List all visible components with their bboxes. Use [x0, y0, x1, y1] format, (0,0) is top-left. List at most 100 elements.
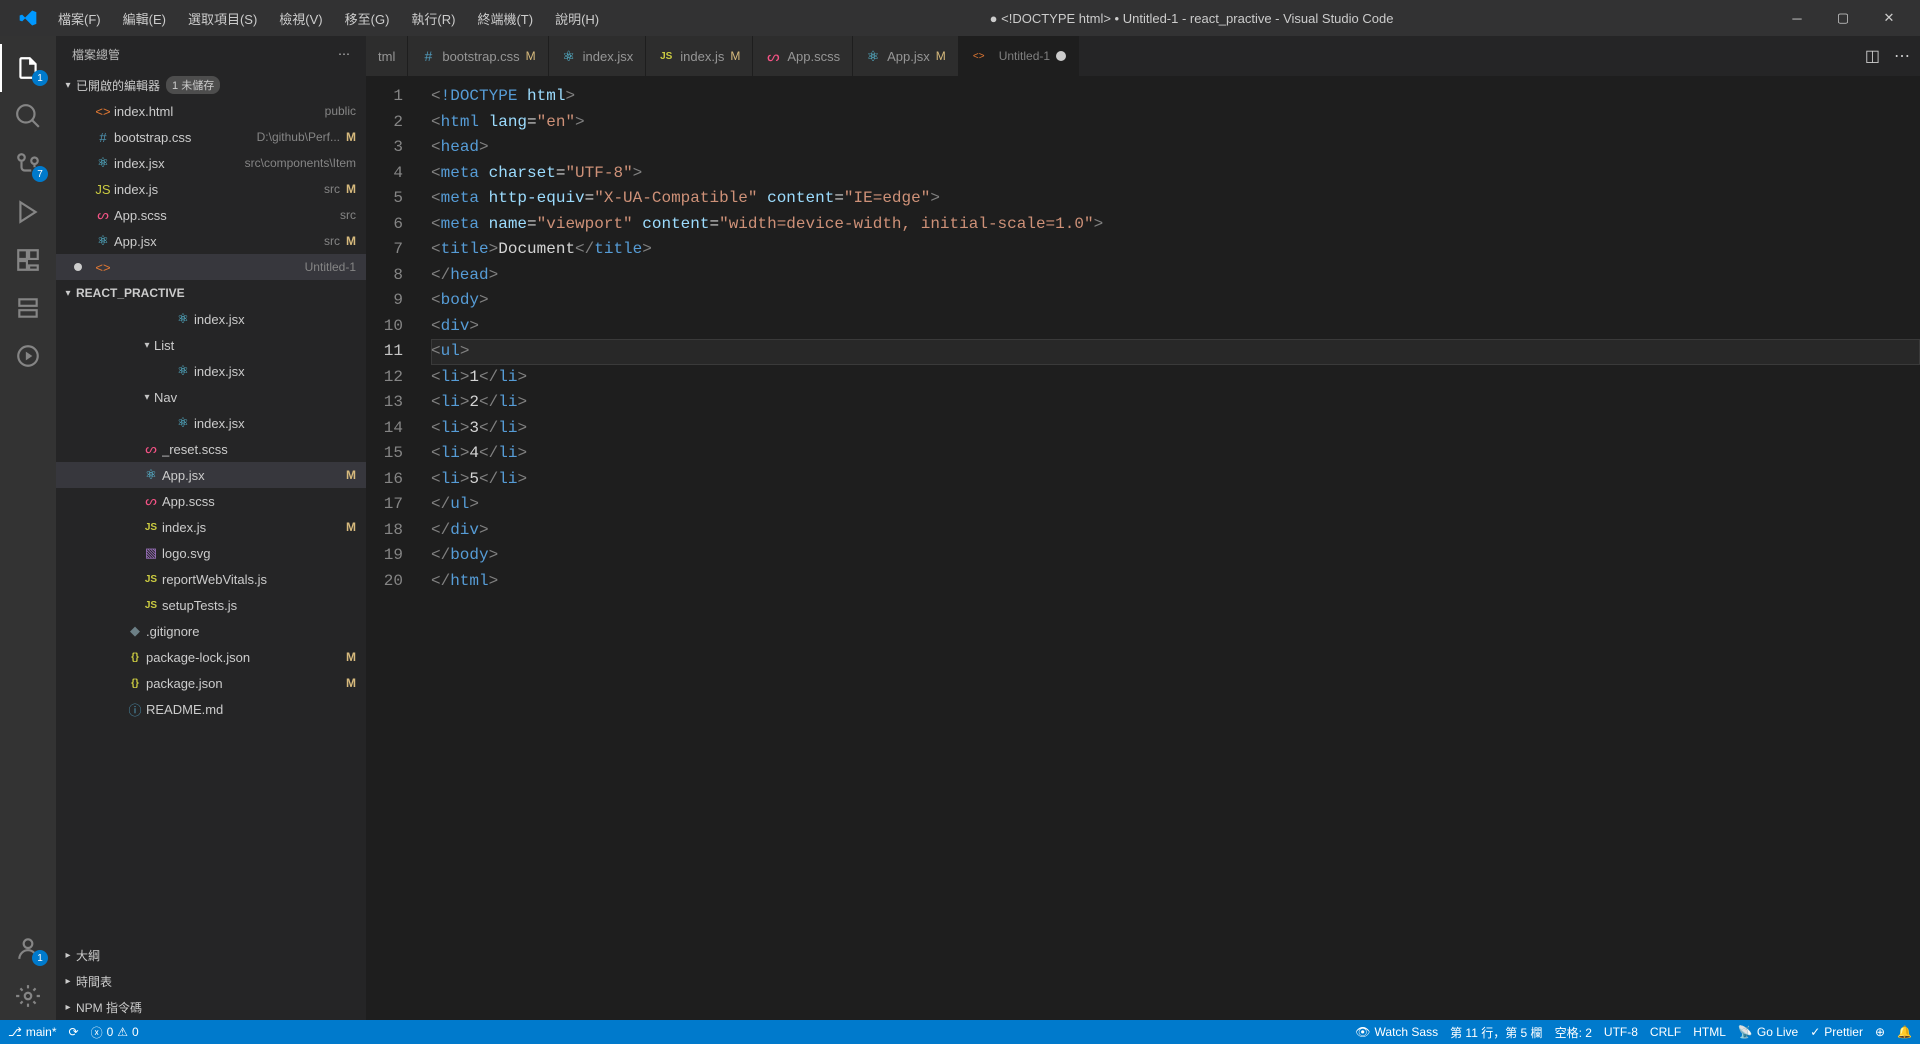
open-editor-item[interactable]: ⚛App.jsxsrcM: [56, 228, 366, 254]
open-editor-item[interactable]: ᔕApp.scsssrc: [56, 202, 366, 228]
more-icon[interactable]: ⋯: [1894, 46, 1910, 66]
code-line[interactable]: <li>3</li>: [431, 416, 1920, 442]
status-go-live[interactable]: 📡Go Live: [1738, 1025, 1798, 1039]
editor-tab[interactable]: <>Untitled-1: [959, 36, 1079, 76]
activity-account[interactable]: 1: [0, 924, 56, 972]
project-section[interactable]: ▾ REACT_PRACTIVE: [56, 280, 366, 306]
menu-item[interactable]: 終端機(T): [467, 5, 543, 32]
code-line[interactable]: </ul>: [431, 492, 1920, 518]
open-editors-list: <>index.htmlpublic#bootstrap.cssD:\githu…: [56, 98, 366, 280]
code-line[interactable]: </head>: [431, 263, 1920, 289]
code-line[interactable]: <title>Document</title>: [431, 237, 1920, 263]
code-line[interactable]: <body>: [431, 288, 1920, 314]
status-feedback[interactable]: ⊕: [1875, 1025, 1885, 1039]
editor-tab[interactable]: ⚛App.jsxM: [853, 36, 959, 76]
maximize-button[interactable]: ▢: [1820, 0, 1866, 36]
activity-search[interactable]: [0, 92, 56, 140]
open-editor-item[interactable]: <>index.htmlpublic: [56, 98, 366, 124]
code-line[interactable]: <html lang="en">: [431, 110, 1920, 136]
chevron-down-icon: ▾: [140, 340, 154, 351]
code-line[interactable]: <head>: [431, 135, 1920, 161]
file-item[interactable]: ◆.gitignore: [56, 618, 366, 644]
activity-explorer[interactable]: 1: [0, 44, 56, 92]
code-line[interactable]: <li>4</li>: [431, 441, 1920, 467]
menu-item[interactable]: 執行(R): [401, 5, 465, 32]
file-item[interactable]: {}package.jsonM: [56, 670, 366, 696]
activity-source-control[interactable]: 7: [0, 140, 56, 188]
editor-tab[interactable]: #bootstrap.cssM: [408, 36, 548, 76]
code-line[interactable]: <meta http-equiv="X-UA-Compatible" conte…: [431, 186, 1920, 212]
editor-tab[interactable]: tml: [366, 36, 408, 76]
editor-tab[interactable]: ⚛index.jsx: [549, 36, 647, 76]
file-item[interactable]: ⚛index.jsx: [56, 306, 366, 332]
file-item[interactable]: ⓘREADME.md: [56, 696, 366, 722]
status-bell[interactable]: 🔔: [1897, 1025, 1912, 1039]
code-line[interactable]: <li>1</li>: [431, 365, 1920, 391]
code-content[interactable]: <!DOCTYPE html><html lang="en"><head><me…: [421, 76, 1920, 1020]
file-item[interactable]: {}package-lock.jsonM: [56, 644, 366, 670]
open-editor-item[interactable]: <>Untitled-1: [56, 254, 366, 280]
menu-item[interactable]: 說明(H): [545, 5, 609, 32]
code-line[interactable]: <meta charset="UTF-8">: [431, 161, 1920, 187]
file-item[interactable]: ᔕ_reset.scss: [56, 436, 366, 462]
menu-item[interactable]: 移至(G): [335, 5, 400, 32]
status-eol[interactable]: CRLF: [1650, 1025, 1681, 1039]
file-item[interactable]: JSindex.jsM: [56, 514, 366, 540]
activity-extensions[interactable]: [0, 236, 56, 284]
code-line[interactable]: <div>: [431, 314, 1920, 340]
sidebar-section[interactable]: ▸時間表: [56, 968, 366, 994]
status-branch[interactable]: ⎇ main*: [8, 1025, 57, 1039]
editor-tab[interactable]: JSindex.jsM: [646, 36, 753, 76]
feedback-icon: ⊕: [1875, 1025, 1885, 1039]
file-item[interactable]: ⚛App.jsxM: [56, 462, 366, 488]
file-item[interactable]: ᔕApp.scss: [56, 488, 366, 514]
open-editor-item[interactable]: JSindex.jssrcM: [56, 176, 366, 202]
activity-extra-2[interactable]: [0, 332, 56, 380]
status-watch-sass[interactable]: 👁Watch Sass: [1355, 1025, 1438, 1039]
code-line[interactable]: <li>2</li>: [431, 390, 1920, 416]
split-editor-icon[interactable]: ◫: [1865, 46, 1880, 66]
unsaved-dot-icon: [74, 263, 82, 271]
modified-badge: M: [346, 676, 356, 690]
status-encoding[interactable]: UTF-8: [1604, 1025, 1638, 1039]
menu-item[interactable]: 檢視(V): [269, 5, 332, 32]
status-language[interactable]: HTML: [1693, 1025, 1726, 1039]
status-spaces[interactable]: 空格: 2: [1555, 1024, 1592, 1041]
file-type-icon: {}: [124, 652, 146, 663]
file-item[interactable]: ▧logo.svg: [56, 540, 366, 566]
open-editor-item[interactable]: #bootstrap.cssD:\github\Perf...M: [56, 124, 366, 150]
code-line[interactable]: </div>: [431, 518, 1920, 544]
status-cursor[interactable]: 第 11 行，第 5 欄: [1450, 1024, 1542, 1041]
file-item[interactable]: JSreportWebVitals.js: [56, 566, 366, 592]
file-item[interactable]: JSsetupTests.js: [56, 592, 366, 618]
sidebar-more-icon[interactable]: ⋯: [338, 47, 350, 61]
status-prettier[interactable]: ✓Prettier: [1810, 1025, 1863, 1039]
status-sync[interactable]: ⟳: [69, 1025, 79, 1039]
folder-item[interactable]: ▾Nav: [56, 384, 366, 410]
code-line[interactable]: <meta name="viewport" content="width=dev…: [431, 212, 1920, 238]
open-editors-section[interactable]: ▾ 已開啟的編輯器 1 未儲存: [56, 72, 366, 98]
code-line[interactable]: <ul>: [431, 339, 1920, 365]
folder-item[interactable]: ▾List: [56, 332, 366, 358]
close-button[interactable]: ✕: [1866, 0, 1912, 36]
code-editor[interactable]: 1234567891011121314151617181920 <!DOCTYP…: [366, 76, 1920, 1020]
minimize-button[interactable]: ─: [1774, 0, 1820, 36]
status-problems[interactable]: ⓧ0 ⚠0: [91, 1024, 139, 1041]
file-item[interactable]: ⚛index.jsx: [56, 410, 366, 436]
sidebar-section[interactable]: ▸NPM 指令碼: [56, 994, 366, 1020]
code-line[interactable]: </body>: [431, 543, 1920, 569]
activity-run-debug[interactable]: [0, 188, 56, 236]
file-item[interactable]: ⚛index.jsx: [56, 358, 366, 384]
code-line[interactable]: </html>: [431, 569, 1920, 595]
code-line[interactable]: <!DOCTYPE html>: [431, 84, 1920, 110]
menu-item[interactable]: 選取項目(S): [178, 5, 267, 32]
activity-settings[interactable]: [0, 972, 56, 1020]
open-editor-item[interactable]: ⚛index.jsxsrc\components\Item: [56, 150, 366, 176]
sidebar-section[interactable]: ▸大綱: [56, 942, 366, 968]
activity-extra-1[interactable]: [0, 284, 56, 332]
code-line[interactable]: <li>5</li>: [431, 467, 1920, 493]
menu-item[interactable]: 編輯(E): [113, 5, 176, 32]
editor-tab[interactable]: ᔕApp.scss: [753, 36, 853, 76]
file-name: reportWebVitals.js: [162, 572, 356, 587]
menu-item[interactable]: 檔案(F): [48, 5, 111, 32]
